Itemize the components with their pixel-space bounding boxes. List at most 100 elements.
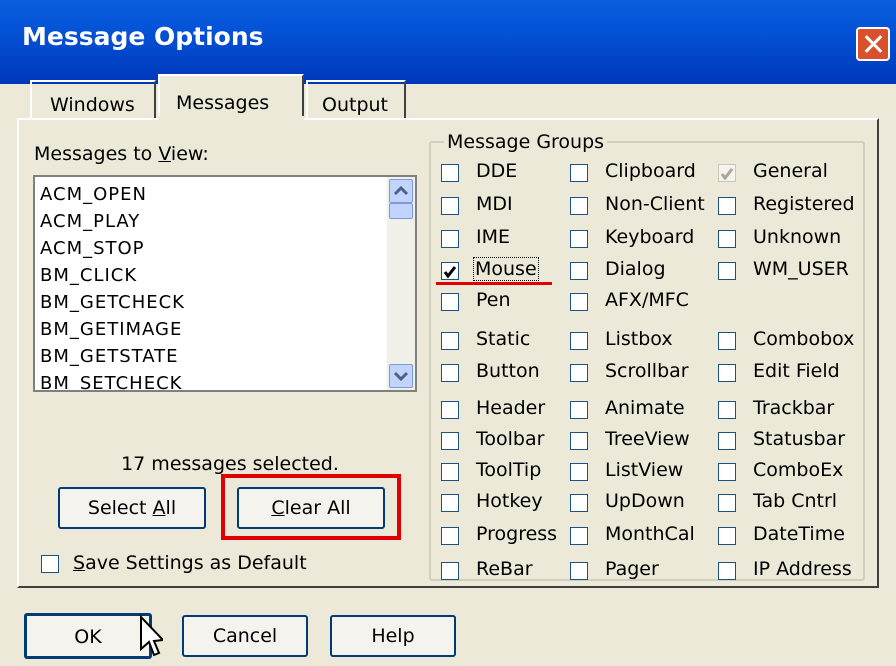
checkbox-datetime[interactable] — [718, 527, 736, 545]
group-label-mdi: MDI — [476, 193, 513, 215]
tab-messages[interactable]: Messages — [158, 74, 304, 120]
checkbox-animate[interactable] — [570, 401, 588, 419]
checkbox-dde[interactable] — [441, 164, 459, 182]
list-item[interactable]: BM_GETCHECK — [35, 289, 415, 316]
group-label-comboex: ComboEx — [753, 459, 844, 481]
checkbox-keyboard[interactable] — [570, 230, 588, 248]
save-settings-text: ave Settings as Default — [85, 552, 307, 574]
group-label-progress: Progress — [476, 523, 558, 545]
group-label-monthcal: MonthCal — [605, 523, 695, 545]
group-label-animate: Animate — [605, 397, 685, 419]
list-item[interactable]: ACM_STOP — [35, 235, 415, 262]
checkbox-clipboard[interactable] — [570, 164, 588, 182]
checkbox-listview[interactable] — [570, 463, 588, 481]
window-title: Message Options — [22, 22, 264, 51]
checkbox-mouse[interactable] — [441, 262, 459, 280]
save-settings-checkbox[interactable] — [41, 555, 59, 573]
group-label-updown: UpDown — [605, 490, 685, 512]
tab-windows-label: Windows — [50, 94, 135, 116]
tab-output[interactable]: Output — [306, 80, 406, 120]
checkbox-dialog[interactable] — [570, 262, 588, 280]
chevron-up-icon — [393, 185, 409, 196]
group-label-header: Header — [476, 397, 546, 419]
checkbox-tooltip[interactable] — [441, 463, 459, 481]
messages-listbox[interactable]: ACM_OPEN ACM_PLAY ACM_STOP BM_CLICK BM_G… — [33, 175, 417, 392]
checkbox-updown[interactable] — [570, 494, 588, 512]
list-item[interactable]: ACM_PLAY — [35, 208, 415, 235]
group-label-listbox: Listbox — [605, 328, 673, 350]
scroll-down-button[interactable] — [389, 364, 413, 388]
checkbox-scrollbar[interactable] — [570, 364, 588, 382]
checkbox-header[interactable] — [441, 401, 459, 419]
group-label-pager: Pager — [605, 558, 659, 580]
checkbox-general — [718, 164, 736, 182]
list-item[interactable]: BM_SETCHECK — [35, 370, 415, 390]
checkbox-ip-address[interactable] — [718, 562, 736, 580]
scroll-thumb[interactable] — [389, 203, 413, 219]
list-item[interactable]: ACM_OPEN — [35, 181, 415, 208]
selected-count-status: 17 messages selected. — [121, 453, 339, 475]
checkbox-pen[interactable] — [441, 293, 459, 311]
scroll-up-button[interactable] — [389, 179, 413, 203]
chevron-down-icon — [393, 371, 409, 382]
list-item[interactable]: BM_CLICK — [35, 262, 415, 289]
checkbox-edit-field[interactable] — [718, 364, 736, 382]
checkbox-button[interactable] — [441, 364, 459, 382]
close-icon[interactable] — [856, 27, 890, 61]
tab-windows[interactable]: Windows — [30, 80, 156, 120]
list-item[interactable]: BM_GETIMAGE — [35, 316, 415, 343]
checkbox-registered[interactable] — [718, 197, 736, 215]
group-label-combobox: Combobox — [753, 328, 855, 350]
checkbox-static[interactable] — [441, 332, 459, 350]
checkbox-toolbar[interactable] — [441, 432, 459, 450]
group-label-edit-field: Edit Field — [753, 360, 840, 382]
tab-join — [158, 116, 304, 120]
group-label-ip-address: IP Address — [753, 558, 852, 580]
group-label-statusbar: Statusbar — [753, 428, 846, 450]
checkbox-pager[interactable] — [570, 562, 588, 580]
checkbox-ime[interactable] — [441, 230, 459, 248]
listbox-scrollbar[interactable] — [387, 177, 415, 390]
group-label-scrollbar: Scrollbar — [605, 360, 689, 382]
cancel-button[interactable]: Cancel — [182, 615, 308, 657]
group-label-toolbar: Toolbar — [476, 428, 545, 450]
group-label-keyboard: Keyboard — [605, 226, 695, 248]
save-settings-label: Save Settings as Default — [73, 552, 307, 574]
checkbox-tab-cntrl[interactable] — [718, 494, 736, 512]
message-groups-title: Message Groups — [444, 131, 608, 153]
messages-to-view-label: Messages to View: — [34, 143, 209, 165]
checkbox-statusbar[interactable] — [718, 432, 736, 450]
group-label-pen: Pen — [476, 289, 511, 311]
ok-label: OK — [74, 626, 102, 648]
group-label-static: Static — [476, 328, 531, 350]
checkbox-progress[interactable] — [441, 527, 459, 545]
cancel-label: Cancel — [212, 625, 278, 647]
group-label-button: Button — [476, 360, 540, 382]
group-label-hotkey: Hotkey — [476, 490, 543, 512]
checkbox-non-client[interactable] — [570, 197, 588, 215]
checkbox-afx-mfc[interactable] — [570, 293, 588, 311]
checkbox-wm-user[interactable] — [718, 262, 736, 280]
checkbox-monthcal[interactable] — [570, 527, 588, 545]
checkbox-unknown[interactable] — [718, 230, 736, 248]
checkbox-hotkey[interactable] — [441, 494, 459, 512]
group-label-clipboard: Clipboard — [605, 160, 696, 182]
select-all-button[interactable]: Select All — [58, 487, 206, 529]
group-label-general: General — [753, 160, 828, 182]
checkbox-mdi[interactable] — [441, 197, 459, 215]
group-label-tab-cntrl: Tab Cntrl — [753, 490, 838, 512]
group-label-tooltip: ToolTip — [476, 459, 542, 481]
group-label-listview: ListView — [605, 459, 684, 481]
checkbox-rebar[interactable] — [441, 562, 459, 580]
checkbox-comboex[interactable] — [718, 463, 736, 481]
list-item[interactable]: BM_GETSTATE — [35, 343, 415, 370]
ok-button[interactable]: OK — [24, 613, 152, 659]
group-label-rebar: ReBar — [476, 558, 533, 580]
help-button[interactable]: Help — [330, 615, 456, 657]
checkbox-treeview[interactable] — [570, 432, 588, 450]
group-label-registered: Registered — [753, 193, 855, 215]
checkbox-trackbar[interactable] — [718, 401, 736, 419]
checkbox-combobox[interactable] — [718, 332, 736, 350]
checkbox-listbox[interactable] — [570, 332, 588, 350]
group-label-trackbar: Trackbar — [753, 397, 835, 419]
